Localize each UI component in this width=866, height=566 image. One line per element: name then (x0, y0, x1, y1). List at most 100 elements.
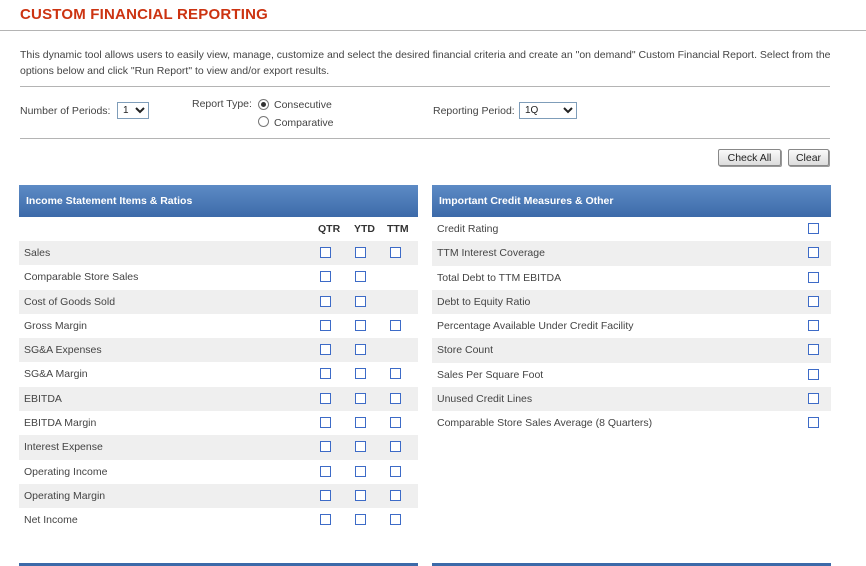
intro-divider (20, 86, 830, 87)
qtr-checkbox[interactable] (320, 319, 331, 331)
ytd-checkbox[interactable] (355, 489, 366, 501)
income-row-label: Operating Margin (24, 489, 106, 502)
income-row: Cost of Goods Sold (19, 289, 418, 314)
credit-checkbox[interactable] (808, 368, 819, 380)
credit-checkbox[interactable] (808, 344, 819, 356)
ytd-checkbox[interactable] (355, 417, 366, 429)
credit-measures-panel: Important Credit Measures & Other Credit… (432, 185, 831, 436)
qtr-checkbox[interactable] (320, 271, 331, 283)
ytd-checkbox[interactable] (355, 392, 366, 404)
income-row: SG&A Margin (19, 362, 418, 386)
qtr-checkbox[interactable] (320, 344, 331, 356)
ttm-checkbox[interactable] (390, 368, 401, 380)
ttm-checkbox[interactable] (390, 319, 401, 331)
credit-checkbox[interactable] (808, 223, 819, 234)
title-divider (0, 30, 866, 31)
consecutive-radio[interactable] (258, 99, 269, 110)
check-all-button[interactable]: Check All (718, 149, 781, 166)
ytd-checkbox[interactable] (355, 441, 366, 453)
qtr-checkbox[interactable] (320, 417, 331, 429)
income-row-label: Comparable Store Sales (24, 271, 139, 284)
credit-row-label: Debt to Equity Ratio (437, 295, 531, 308)
income-row-label: EBITDA (24, 392, 62, 405)
ytd-checkbox[interactable] (355, 465, 366, 477)
credit-row-label: Sales Per Square Foot (437, 368, 544, 381)
credit-row: Percentage Available Under Credit Facili… (432, 314, 831, 338)
ytd-checkbox[interactable] (355, 344, 366, 356)
income-row-label: Cost of Goods Sold (24, 295, 116, 308)
credit-row: Store Count (432, 338, 831, 363)
income-row: Net Income (19, 508, 418, 532)
periods-select[interactable]: 1 (117, 102, 149, 119)
income-row-label: Gross Margin (24, 319, 88, 332)
reporting-period-select[interactable]: 1Q (519, 102, 577, 119)
credit-row: Debt to Equity Ratio (432, 289, 831, 315)
ytd-checkbox[interactable] (355, 271, 366, 283)
income-column-header: QTR YTD TTM (19, 217, 418, 241)
ttm-checkbox[interactable] (390, 465, 401, 477)
ytd-column-label: YTD (354, 223, 375, 235)
controls-divider (20, 138, 830, 139)
page-title: CUSTOM FINANCIAL REPORTING (20, 6, 268, 23)
income-row-label: Operating Income (24, 465, 108, 478)
income-row: Comparable Store Sales (19, 265, 418, 289)
credit-row-label: Unused Credit Lines (437, 393, 533, 406)
credit-checkbox[interactable] (808, 417, 819, 429)
income-row-label: Interest Expense (24, 441, 103, 454)
credit-row: Sales Per Square Foot (432, 363, 831, 387)
ytd-checkbox[interactable] (355, 319, 366, 331)
credit-row-label: Comparable Store Sales Average (8 Quarte… (437, 417, 653, 430)
credit-checkbox[interactable] (808, 393, 819, 405)
income-row-label: Net Income (24, 514, 78, 527)
credit-row: Unused Credit Lines (432, 387, 831, 412)
income-row: Operating Margin (19, 483, 418, 509)
page-description: This dynamic tool allows users to easily… (20, 49, 831, 77)
credit-checkbox[interactable] (808, 271, 819, 283)
income-row: Operating Income (19, 460, 418, 484)
credit-checkbox[interactable] (808, 247, 819, 259)
credit-row: Total Debt to TTM EBITDA (432, 266, 831, 290)
ttm-checkbox[interactable] (390, 392, 401, 404)
credit-row-label: Percentage Available Under Credit Facili… (437, 320, 634, 333)
qtr-checkbox[interactable] (320, 368, 331, 380)
qtr-checkbox[interactable] (320, 441, 331, 453)
clear-button[interactable]: Clear (788, 149, 829, 166)
ytd-checkbox[interactable] (355, 368, 366, 380)
report-type-label: Report Type: (192, 98, 252, 110)
ttm-checkbox[interactable] (390, 489, 401, 501)
income-row-label: SG&A Margin (24, 368, 88, 381)
ytd-checkbox[interactable] (355, 295, 366, 307)
consecutive-label: Consecutive (274, 99, 332, 111)
credit-checkbox[interactable] (808, 320, 819, 332)
credit-rows: Credit Rating TTM Interest Coverage Total … (432, 217, 831, 436)
qtr-checkbox[interactable] (320, 465, 331, 477)
ttm-column-label: TTM (387, 223, 409, 235)
qtr-column-label: QTR (318, 223, 341, 235)
income-row-label: SG&A Expenses (24, 344, 102, 357)
income-rows: Sales Comparable Store Sales Cost of Goods… (19, 241, 418, 533)
reporting-period-label: Reporting Period: (433, 105, 515, 117)
income-panel-header: Income Statement Items & Ratios (19, 185, 418, 217)
qtr-checkbox[interactable] (320, 247, 331, 258)
income-row-label: EBITDA Margin (24, 417, 97, 430)
comparative-label: Comparative (274, 117, 334, 129)
credit-checkbox[interactable] (808, 295, 819, 307)
ttm-checkbox[interactable] (390, 247, 401, 258)
credit-row: Comparable Store Sales Average (8 Quarte… (432, 411, 831, 435)
credit-panel-header: Important Credit Measures & Other (432, 185, 831, 217)
comparative-radio[interactable] (258, 116, 269, 127)
periods-label: Number of Periods: (20, 105, 111, 117)
credit-row-label: TTM Interest Coverage (437, 247, 545, 260)
qtr-checkbox[interactable] (320, 514, 331, 526)
qtr-checkbox[interactable] (320, 489, 331, 501)
ttm-checkbox[interactable] (390, 514, 401, 526)
ytd-checkbox[interactable] (355, 247, 366, 258)
income-row: SG&A Expenses (19, 338, 418, 363)
income-row: Gross Margin (19, 314, 418, 338)
ttm-checkbox[interactable] (390, 417, 401, 429)
credit-row-label: Credit Rating (437, 223, 499, 235)
qtr-checkbox[interactable] (320, 295, 331, 307)
ttm-checkbox[interactable] (390, 441, 401, 453)
qtr-checkbox[interactable] (320, 392, 331, 404)
ytd-checkbox[interactable] (355, 514, 366, 526)
